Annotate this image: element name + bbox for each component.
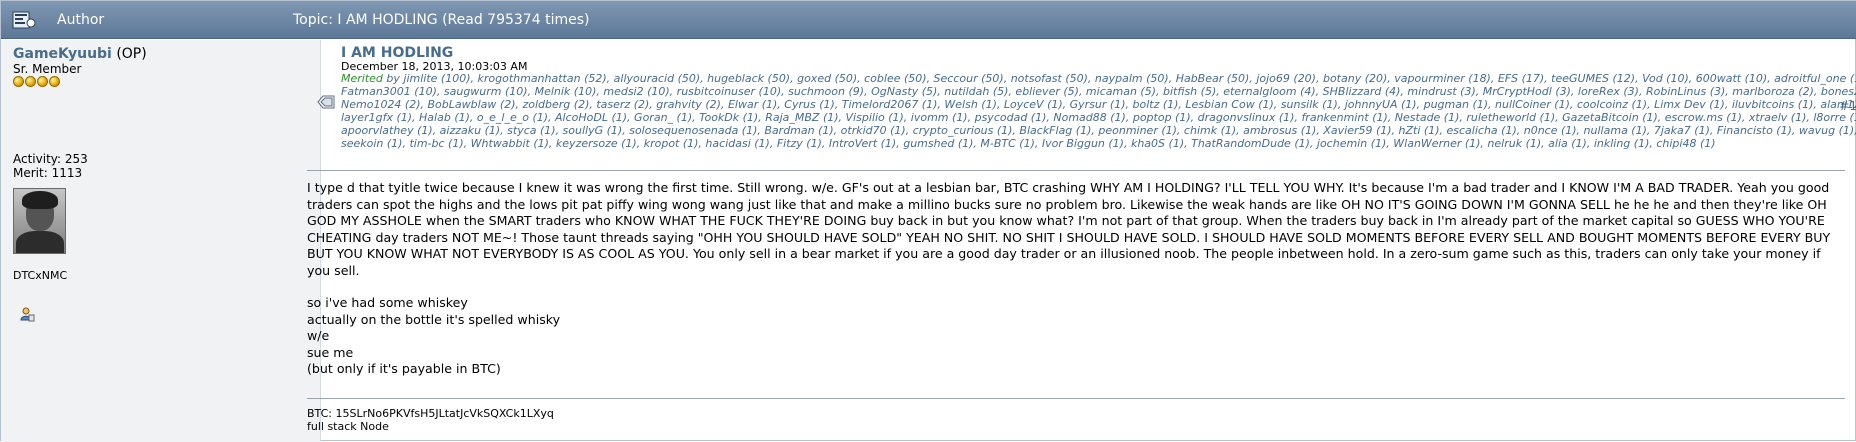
merited-users: by jimlite (100), krogothmanhattan (52),… [341,72,1856,150]
post-body-line: w/e [307,328,330,343]
post-body-paragraph: I type d that tyitle twice because I kne… [307,180,1831,278]
poster-name-row: GameKyuubi (OP) [13,46,147,62]
post-body: I type d that tyitle twice because I kne… [307,180,1845,378]
post-number-link[interactable]: #1 [1839,99,1856,113]
author-column-label: Author [57,12,105,28]
post-body-line: so i've had some whiskey [307,295,468,310]
post-title-link[interactable]: I AM HODLING [341,45,453,61]
signature-node-text: full stack Node [307,420,389,433]
signature-divider [307,398,1845,399]
post-body-line: (but only if it's payable in BTC) [307,361,501,376]
signature-btc-address: BTC: 15SLrNo6PKVfsH5JLtatJcVkSQXCk1LXyq [307,407,554,420]
star-icon [49,76,60,87]
star-icon [37,76,48,87]
forum-post-frame: Author Topic: I AM HODLING (Read 795374 … [0,0,1856,442]
author-topic-icon [12,11,36,29]
poster-username-link[interactable]: GameKyuubi [13,46,112,62]
avatar [13,188,66,254]
star-icon [25,76,36,87]
topic-title-label: Topic: I AM HODLING (Read 795374 times) [293,12,590,28]
activity-count: Activity: 253 [13,152,88,166]
merit-count: Merit: 1113 [13,166,83,180]
merited-by-list: Merited by jimlite (100), krogothmanhatt… [341,72,1856,150]
profile-icon[interactable] [19,306,35,322]
member-rank: Sr. Member [13,62,82,76]
star-icon [13,76,24,87]
post-header-divider [307,170,1845,171]
signature: BTC: 15SLrNo6PKVfsH5JLtatJcVkSQXCk1LXyq … [307,407,554,433]
post-body-line: sue me [307,344,354,360]
post-content-area: I AM HODLING December 18, 2013, 10:03:03… [307,40,1856,442]
post-icon [317,95,335,109]
merited-label: Merited [341,72,383,85]
personal-text: DTCxNMC [13,269,68,282]
post-body-line: actually on the bottle it's spelled whis… [307,311,561,327]
rank-stars [13,76,61,90]
poster-info-panel: GameKyuubi (OP) Sr. Member Activity: 253… [1,40,321,442]
op-tag: (OP) [116,46,147,62]
post-header-bar: Author Topic: I AM HODLING (Read 795374 … [1,1,1856,39]
